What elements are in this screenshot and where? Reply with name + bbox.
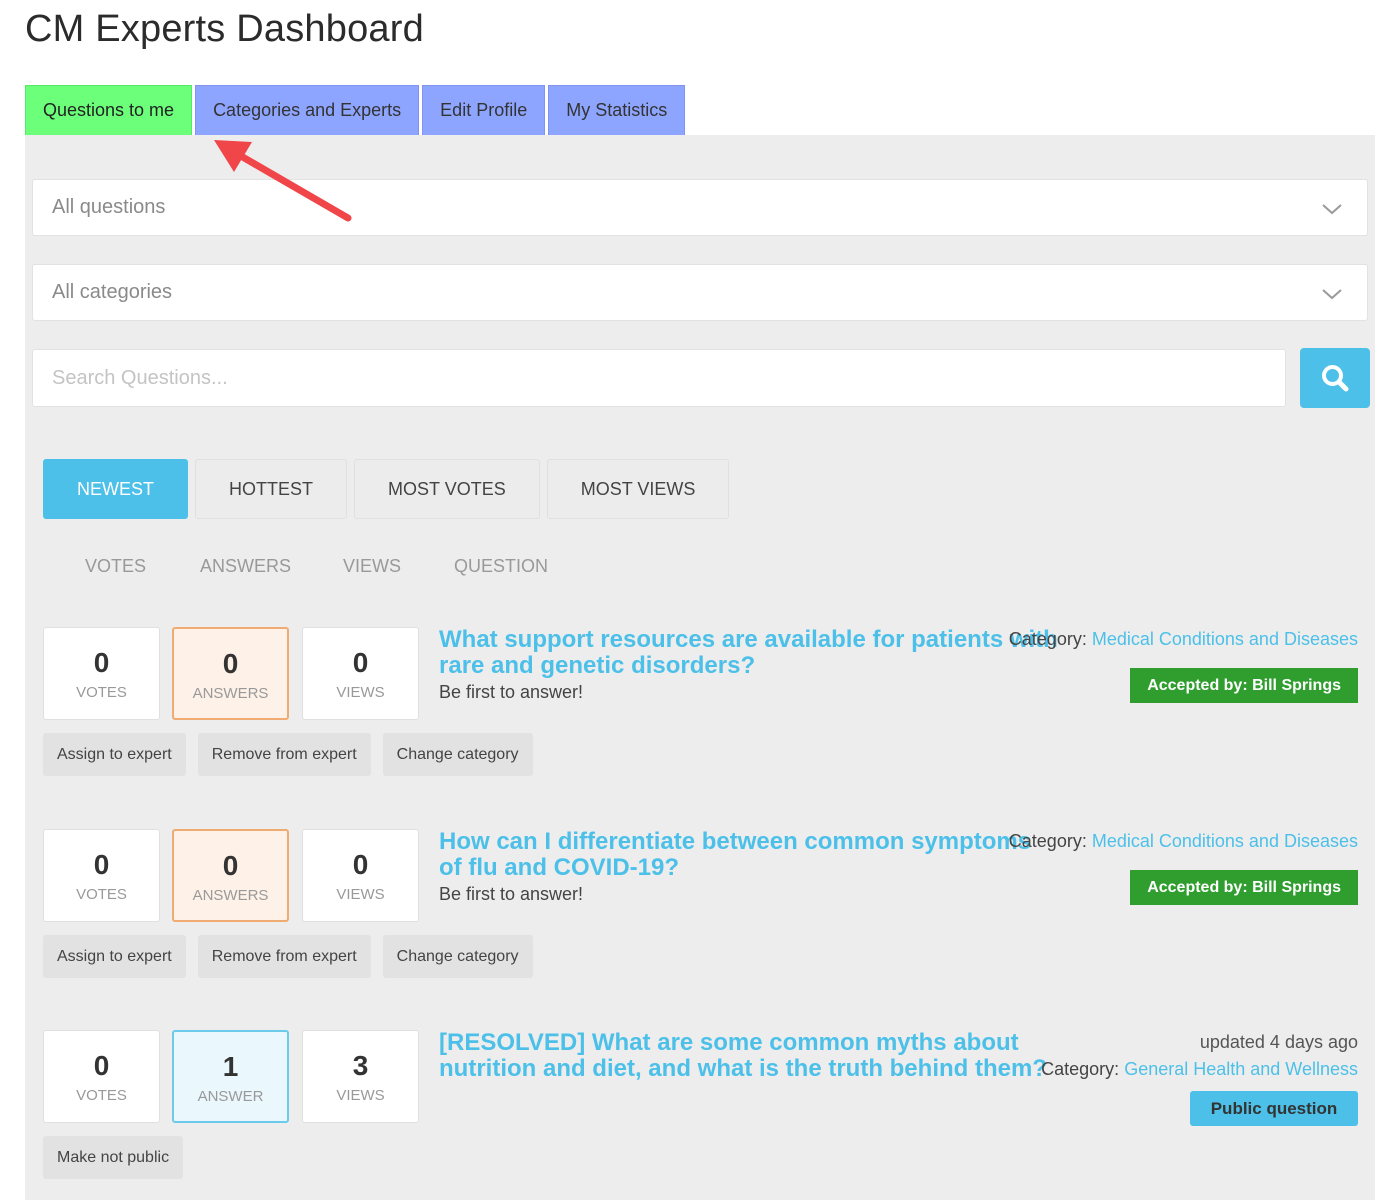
votes-label: VOTES: [76, 684, 127, 701]
views-count: 0: [352, 647, 369, 678]
question-category: Category: Medical Conditions and Disease…: [1009, 831, 1358, 852]
search-input[interactable]: [32, 349, 1286, 407]
dashboard-tabs: Questions to me Categories and Experts E…: [25, 85, 686, 135]
sort-most-votes-button[interactable]: Most votes: [354, 459, 540, 519]
views-label: VIEWS: [336, 886, 385, 903]
sort-newest-button[interactable]: Newest: [43, 459, 189, 519]
question-item: 0 VOTES 0 ANSWERS 0 VIEWS How can I diff…: [43, 829, 1358, 984]
accepted-by-badge: Accepted by: Bill Springs: [1130, 870, 1358, 905]
views-counter: 0 VIEWS: [302, 627, 419, 720]
views-count: 0: [352, 849, 369, 880]
tab-questions-to-me[interactable]: Questions to me: [25, 85, 193, 135]
views-label: VIEWS: [336, 684, 385, 701]
answers-counter: 1 ANSWER: [172, 1030, 289, 1123]
assign-to-expert-button[interactable]: Assign to expert: [43, 935, 186, 978]
sort-most-views-button[interactable]: Most views: [546, 459, 730, 519]
categories-filter-value: All categories: [52, 281, 173, 303]
category-link[interactable]: Medical Conditions and Diseases: [1092, 629, 1358, 649]
tab-categories-and-experts[interactable]: Categories and Experts: [195, 85, 420, 135]
answers-count: 1: [222, 1051, 239, 1082]
remove-from-expert-button[interactable]: Remove from expert: [197, 733, 371, 776]
sort-hottest-button[interactable]: Hottest: [195, 459, 348, 519]
category-label: Category:: [1008, 831, 1087, 851]
questions-filter-value: All questions: [52, 196, 166, 218]
question-actions: Make not public: [43, 1136, 184, 1179]
question-category: Category: General Health and Wellness: [1041, 1059, 1358, 1080]
categories-filter-select[interactable]: All categories: [32, 264, 1368, 321]
change-category-button[interactable]: Change category: [382, 935, 533, 978]
questions-panel: All questions All categories Newest Hott…: [25, 135, 1375, 1200]
questions-filter-select[interactable]: All questions: [32, 179, 1368, 236]
question-item: 0 VOTES 1 ANSWER 3 VIEWS [RESOLVED] What…: [43, 1030, 1358, 1185]
make-not-public-button[interactable]: Make not public: [43, 1136, 184, 1179]
updated-timestamp: updated 4 days ago: [1199, 1032, 1358, 1052]
votes-count: 0: [93, 1050, 110, 1081]
tab-my-statistics[interactable]: My Statistics: [548, 85, 686, 135]
remove-from-expert-button[interactable]: Remove from expert: [197, 935, 371, 978]
assign-to-expert-button[interactable]: Assign to expert: [43, 733, 186, 776]
question-item: 0 VOTES 0 ANSWERS 0 VIEWS What support r…: [43, 627, 1358, 782]
sort-tabs: Newest Hottest Most votes Most views: [43, 459, 730, 519]
tab-edit-profile[interactable]: Edit Profile: [422, 85, 546, 135]
answers-label: ANSWERS: [192, 887, 269, 904]
answers-label: ANSWER: [197, 1088, 264, 1105]
question-category: Category: Medical Conditions and Disease…: [1009, 629, 1358, 650]
question-title-link[interactable]: What support resources are available for…: [439, 627, 1059, 679]
answers-counter: 0 ANSWERS: [172, 829, 289, 922]
category-label: Category:: [1041, 1059, 1120, 1079]
column-header-votes: Votes: [85, 556, 147, 576]
answers-count: 0: [222, 850, 239, 881]
question-title-link[interactable]: [RESOLVED] What are some common myths ab…: [439, 1030, 1059, 1082]
search-icon: [1322, 365, 1349, 392]
chevron-down-icon: [1322, 289, 1342, 300]
column-header-question: Question: [454, 556, 549, 576]
question-subtitle: Be first to answer!: [439, 884, 584, 904]
votes-counter: 0 VOTES: [43, 1030, 160, 1123]
views-count: 3: [352, 1050, 369, 1081]
category-link[interactable]: General Health and Wellness: [1124, 1059, 1358, 1079]
votes-count: 0: [93, 849, 110, 880]
chevron-down-icon: [1322, 204, 1342, 215]
votes-label: VOTES: [76, 886, 127, 903]
views-counter: 0 VIEWS: [302, 829, 419, 922]
question-actions: Assign to expert Remove from expert Chan…: [43, 733, 533, 776]
public-question-badge[interactable]: Public question: [1190, 1091, 1358, 1126]
column-header-answers: Answers: [200, 556, 292, 576]
votes-label: VOTES: [76, 1087, 127, 1104]
answers-count: 0: [222, 648, 239, 679]
column-header-views: Views: [343, 556, 402, 576]
votes-counter: 0 VOTES: [43, 829, 160, 922]
answers-counter: 0 ANSWERS: [172, 627, 289, 720]
search-button[interactable]: [1300, 348, 1370, 408]
page-title: CM Experts Dashboard: [25, 8, 424, 50]
category-label: Category:: [1008, 629, 1087, 649]
category-link[interactable]: Medical Conditions and Diseases: [1092, 831, 1358, 851]
views-counter: 3 VIEWS: [302, 1030, 419, 1123]
question-title-link[interactable]: How can I differentiate between common s…: [439, 829, 1059, 881]
votes-count: 0: [93, 647, 110, 678]
accepted-by-badge: Accepted by: Bill Springs: [1130, 668, 1358, 703]
answers-label: ANSWERS: [192, 685, 269, 702]
votes-counter: 0 VOTES: [43, 627, 160, 720]
question-actions: Assign to expert Remove from expert Chan…: [43, 935, 533, 978]
question-subtitle: Be first to answer!: [439, 682, 584, 702]
views-label: VIEWS: [336, 1087, 385, 1104]
change-category-button[interactable]: Change category: [382, 733, 533, 776]
